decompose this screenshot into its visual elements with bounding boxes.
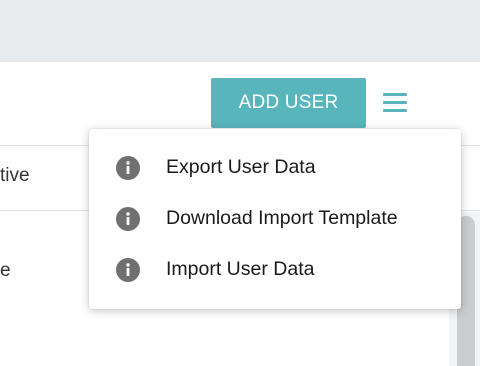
hamburger-line <box>383 93 407 96</box>
info-icon <box>116 258 140 282</box>
table-header-cell: tive <box>0 165 30 186</box>
menu-item-label: Download Import Template <box>166 207 398 229</box>
menu-item-label: Import User Data <box>166 258 315 280</box>
menu-item-import-user-data[interactable]: Import User Data <box>89 244 461 295</box>
menu-item-label: Export User Data <box>166 156 316 178</box>
hamburger-line <box>383 101 407 104</box>
add-user-button[interactable]: ADD USER <box>211 78 366 128</box>
hamburger-menu-icon[interactable] <box>383 93 407 113</box>
menu-item-export-user-data[interactable]: Export User Data <box>89 142 461 193</box>
top-band <box>0 0 480 62</box>
actions-dropdown-menu: Export User Data Download Import Templat… <box>89 129 461 309</box>
info-icon <box>116 156 140 180</box>
hamburger-line <box>383 109 407 112</box>
info-icon <box>116 207 140 231</box>
table-cell: e <box>0 260 11 281</box>
menu-item-download-import-template[interactable]: Download Import Template <box>89 193 461 244</box>
